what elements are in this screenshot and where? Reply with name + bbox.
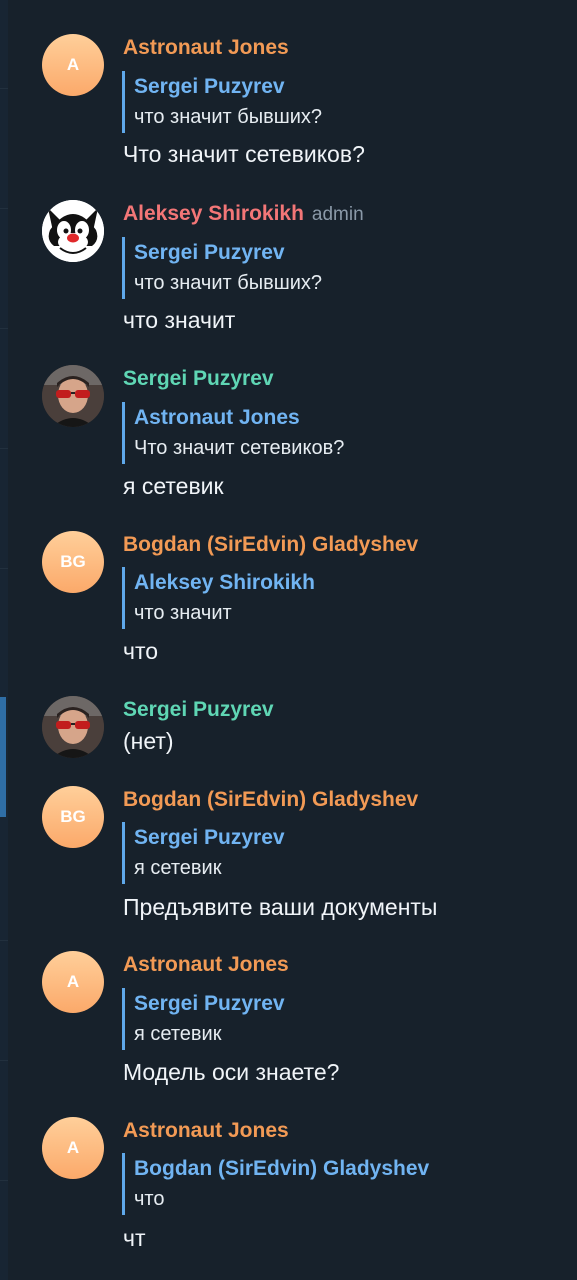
message-text: Модель оси знаете? xyxy=(123,1059,340,1085)
message-author[interactable]: Bogdan (SirEdvin) Gladyshev xyxy=(123,533,418,557)
message-text: я сетевик xyxy=(123,473,224,499)
reply-author: Astronaut Jones xyxy=(134,406,300,429)
message-author[interactable]: Bogdan (SirEdvin) Gladyshev xyxy=(123,788,418,812)
previous-message-fragment xyxy=(122,0,422,6)
reply-text: что значит бывших? xyxy=(134,106,323,128)
initials-avatar[interactable]: A xyxy=(42,951,104,1013)
message-text: что xyxy=(123,638,159,664)
message-author[interactable]: Astronaut Jones xyxy=(123,953,289,977)
message-author[interactable]: Sergei Puzyrev xyxy=(123,367,274,391)
reply-text: я сетевик xyxy=(134,857,222,879)
reply-author: Bogdan (SirEdvin) Gladyshev xyxy=(134,1157,430,1180)
message-text: (нет) xyxy=(123,728,174,754)
initials-avatar[interactable]: A xyxy=(42,34,104,96)
user-photo-avatar[interactable] xyxy=(42,696,104,758)
reply-author: Aleksey Shirokikh xyxy=(134,571,315,594)
reply-author: Sergei Puzyrev xyxy=(134,75,285,98)
reply-text: я сетевик xyxy=(134,1023,222,1045)
message-author[interactable]: Astronaut Jones xyxy=(123,1119,289,1143)
initials-avatar[interactable]: A xyxy=(42,1117,104,1179)
reply-preview[interactable]: Aleksey Shirokikh что значит xyxy=(122,567,315,629)
reply-preview[interactable]: Sergei Puzyrev я сетевик xyxy=(122,822,285,884)
avatar-initials: BG xyxy=(60,807,86,826)
reply-text: что значит бывших? xyxy=(134,272,323,294)
reply-preview[interactable]: Bogdan (SirEdvin) Gladyshev что xyxy=(122,1153,429,1215)
initials-avatar[interactable]: BG xyxy=(42,786,104,848)
avatar-initials: A xyxy=(66,972,80,991)
reply-text: что xyxy=(134,1188,165,1210)
reply-author: Sergei Puzyrev xyxy=(134,992,285,1015)
cartoon-cat-icon xyxy=(42,200,104,262)
reply-preview[interactable]: Sergei Puzyrev я сетевик xyxy=(122,988,285,1050)
reply-text: Что значит сетевиков? xyxy=(134,437,345,459)
admin-badge: admin xyxy=(311,204,364,225)
message-text: Что значит сетевиков? xyxy=(123,141,365,167)
reply-preview[interactable]: Sergei Puzyrev что значит бывших? xyxy=(122,237,322,299)
user-photo-icon xyxy=(42,365,104,427)
message-text: что значит xyxy=(123,307,236,333)
avatar-initials: A xyxy=(66,1138,80,1157)
user-photo-avatar[interactable] xyxy=(42,365,104,427)
reply-text: что значит xyxy=(134,602,232,624)
avatar-initials: A xyxy=(66,55,80,74)
reply-preview[interactable]: Astronaut Jones Что значит сетевиков? xyxy=(122,402,344,464)
reply-author: Sergei Puzyrev xyxy=(134,241,285,264)
message-author[interactable]: Aleksey Shirokikh admin xyxy=(123,202,364,226)
chat-list-edge xyxy=(0,0,8,1280)
reply-author: Sergei Puzyrev xyxy=(134,826,285,849)
message-text: Предъявите ваши документы xyxy=(123,894,438,920)
avatar-initials: BG xyxy=(60,552,86,571)
reply-preview[interactable]: Sergei Puzyrev что значит бывших? xyxy=(122,71,322,133)
author-name: Aleksey Shirokikh xyxy=(123,202,304,225)
message-author[interactable]: Sergei Puzyrev xyxy=(123,698,274,722)
initials-avatar[interactable]: BG xyxy=(42,531,104,593)
user-photo-icon xyxy=(42,696,104,758)
cartoon-cat-avatar[interactable] xyxy=(42,200,104,262)
message-text: чт xyxy=(123,1225,146,1251)
message-author[interactable]: Astronaut Jones xyxy=(123,36,289,60)
active-chat-indicator xyxy=(0,697,6,817)
